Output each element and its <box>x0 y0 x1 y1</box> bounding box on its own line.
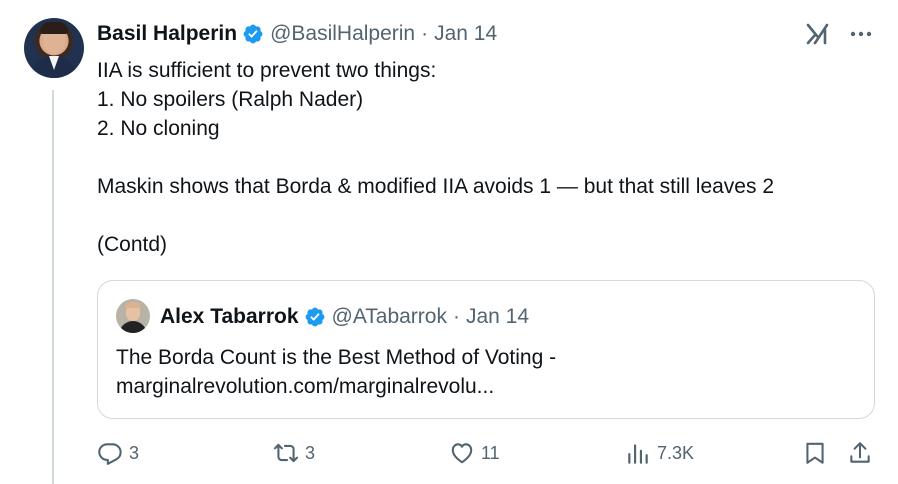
separator-dot: · <box>421 22 429 45</box>
bookmark-icon <box>806 442 824 464</box>
quote-header: Alex Tabarrok @ATabarrok · Jan 14 <box>160 303 529 331</box>
author-handle[interactable]: @BasilHalperin <box>270 22 415 46</box>
heart-icon <box>451 443 473 464</box>
like-button[interactable]: 11 <box>449 438 500 468</box>
bookmark-button[interactable] <box>802 438 828 468</box>
author-name[interactable]: Basil Halperin <box>97 22 237 46</box>
repost-icon <box>273 443 299 463</box>
quote-text: The Borda Count is the Best Method of Vo… <box>116 343 856 401</box>
tweet-line: 1. No spoilers (Ralph Nader) <box>97 88 364 111</box>
verified-badge-icon[interactable] <box>304 306 326 328</box>
verified-badge-icon[interactable] <box>242 23 264 45</box>
grok-icon[interactable] <box>806 22 832 46</box>
reply-button[interactable]: 3 <box>97 438 139 468</box>
tweet-line: IIA is sufficient to prevent two things: <box>97 59 437 82</box>
tweet-line: 2. No cloning <box>97 117 220 140</box>
quote-line: The Borda Count is the Best Method of Vo… <box>116 346 557 369</box>
share-icon <box>850 442 870 463</box>
repost-count: 3 <box>305 442 316 463</box>
tweet-text: IIA is sufficient to prevent two things:… <box>97 56 877 259</box>
quote-avatar-head <box>125 302 141 308</box>
views-button[interactable]: 7.3K <box>625 438 694 468</box>
quote-avatar[interactable] <box>116 299 150 333</box>
tweet-header: Basil Halperin @BasilHalperin · Jan 14 <box>97 20 497 48</box>
tweet-line: Maskin shows that Borda & modified IIA a… <box>97 175 775 198</box>
like-count: 11 <box>481 442 500 463</box>
quote-date[interactable]: Jan 14 <box>466 305 529 329</box>
tweet-date[interactable]: Jan 14 <box>434 22 497 46</box>
thread-line <box>52 90 54 484</box>
reply-count: 3 <box>129 442 140 463</box>
share-button[interactable] <box>847 438 873 468</box>
more-icon[interactable] <box>848 23 874 45</box>
separator-dot: · <box>452 305 460 328</box>
views-chart-icon <box>628 444 648 464</box>
quote-author-name[interactable]: Alex Tabarrok <box>160 305 299 329</box>
action-bar: 3 3 11 7.3K <box>97 438 877 468</box>
quote-avatar-body <box>119 321 147 333</box>
avatar[interactable] <box>24 18 84 78</box>
tweet-line: (Contd) <box>97 233 168 256</box>
avatar-hair <box>40 22 68 34</box>
repost-button[interactable]: 3 <box>273 438 315 468</box>
quote-line: marginalrevolution.com/marginalrevolu... <box>116 375 495 398</box>
views-count: 7.3K <box>657 442 695 463</box>
quote-author-handle[interactable]: @ATabarrok <box>332 305 447 329</box>
reply-icon <box>98 443 122 465</box>
quoted-tweet[interactable]: Alex Tabarrok @ATabarrok · Jan 14 The Bo… <box>97 280 875 419</box>
